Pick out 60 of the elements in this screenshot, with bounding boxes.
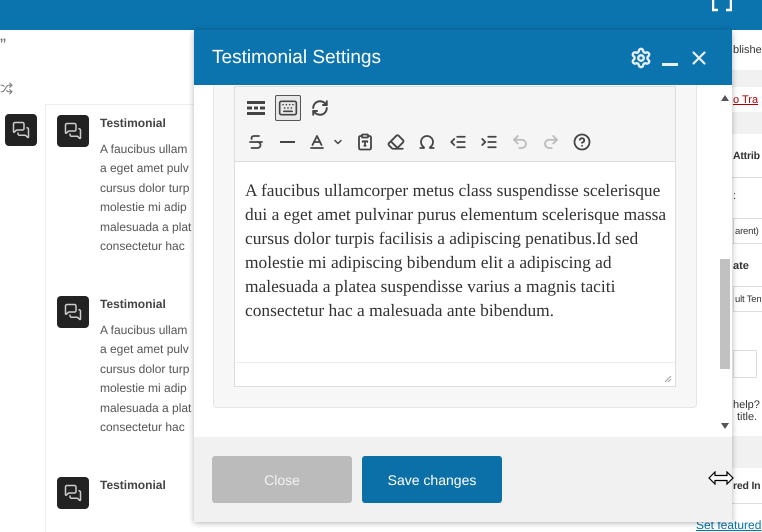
- testimonial-text: malesuada a plat: [100, 400, 192, 417]
- trash-link[interactable]: o Tra: [733, 94, 758, 106]
- testimonial-text: A faucibus ullam: [100, 141, 188, 158]
- dialog-title: Testimonial Settings: [212, 46, 382, 68]
- scroll-down-icon[interactable]: [720, 423, 728, 429]
- shuffle-icon[interactable]: [0, 82, 13, 95]
- testimonial-text: cursus dolor turp: [100, 360, 190, 378]
- editor-content[interactable]: A faucibus ullamcorper metus class suspendisse scelerisque dui a eget amet pulvinar purus elementum scelerisque massa cursus dolor turpis facilisis a adipiscing penatibus.Id sed molestie mi adipiscing bibendum elit a adipiscing ad malesuada a platea suspendisse varius a magnis taciti consectetur hac a malesuada ante bibendum.: [235, 162, 675, 362]
- testimonial-text: A faucibus ullam: [100, 322, 188, 339]
- publish-status: blishe: [733, 44, 762, 56]
- scroll-up-icon[interactable]: [720, 95, 728, 101]
- scrollbar[interactable]: [717, 85, 732, 437]
- keyboard-icon: [278, 98, 298, 118]
- parent-select[interactable]: arent): [733, 218, 762, 244]
- resize-cursor-icon: [708, 471, 734, 485]
- testimonial-title: Testimonial: [100, 297, 167, 311]
- help-text: help?: [733, 399, 761, 411]
- settings-button[interactable]: [630, 46, 652, 68]
- keyboard-button[interactable]: [275, 95, 301, 121]
- eraser-icon: [387, 133, 405, 151]
- speech-bubbles-icon: [64, 303, 82, 321]
- testimonial-text: a eget amet pulv: [100, 160, 190, 178]
- quote-mark: ”: [0, 36, 6, 54]
- testimonial-text: consectetur hac: [100, 419, 186, 436]
- testimonial-text: molestie mi adip: [100, 380, 188, 398]
- speech-bubbles-icon: [12, 121, 30, 139]
- fullscreen-icon[interactable]: [712, 0, 732, 12]
- horizontal-line-icon: [280, 140, 294, 144]
- testimonial-text: consectetur hac: [100, 238, 186, 256]
- speech-bubbles-icon: [64, 484, 82, 502]
- speech-bubbles-icon: [64, 122, 82, 140]
- testimonial-text: molestie mi adip: [100, 199, 188, 216]
- text-color-icon: [308, 133, 326, 151]
- input-field[interactable]: [733, 350, 757, 378]
- resize-grip-icon[interactable]: [664, 375, 672, 383]
- testimonial-text: cursus dolor turp: [100, 180, 190, 197]
- refresh-icon: [311, 99, 329, 117]
- minimize-icon: [662, 63, 678, 66]
- paste-text-icon: [356, 133, 374, 151]
- testimonial-text: malesuada a plat: [100, 218, 192, 236]
- strikethrough-icon: [247, 133, 265, 151]
- outdent-icon: [449, 133, 467, 151]
- template-select[interactable]: ult Ten: [733, 286, 762, 312]
- omega-icon: [418, 133, 436, 151]
- scroll-thumb[interactable]: [720, 259, 730, 369]
- undo-icon: [511, 133, 529, 151]
- testimonial-text: a eget amet pulv: [100, 341, 190, 358]
- save-button[interactable]: Save changes: [362, 456, 502, 503]
- toolbar-toggle-icon: [246, 100, 266, 116]
- testimonial-title: Testimonial: [100, 116, 167, 130]
- help-text: title.: [736, 411, 758, 423]
- template-label: ate: [733, 260, 749, 272]
- redo-icon: [542, 133, 560, 151]
- help-icon: [573, 133, 591, 151]
- attributes-heading: Attrib: [733, 150, 760, 162]
- gear-icon: [630, 46, 652, 68]
- indent-icon: [480, 133, 498, 151]
- featured-image-heading: red In: [733, 480, 760, 492]
- parent-label: :: [733, 190, 736, 202]
- testimonial-title: Testimonial: [100, 478, 166, 492]
